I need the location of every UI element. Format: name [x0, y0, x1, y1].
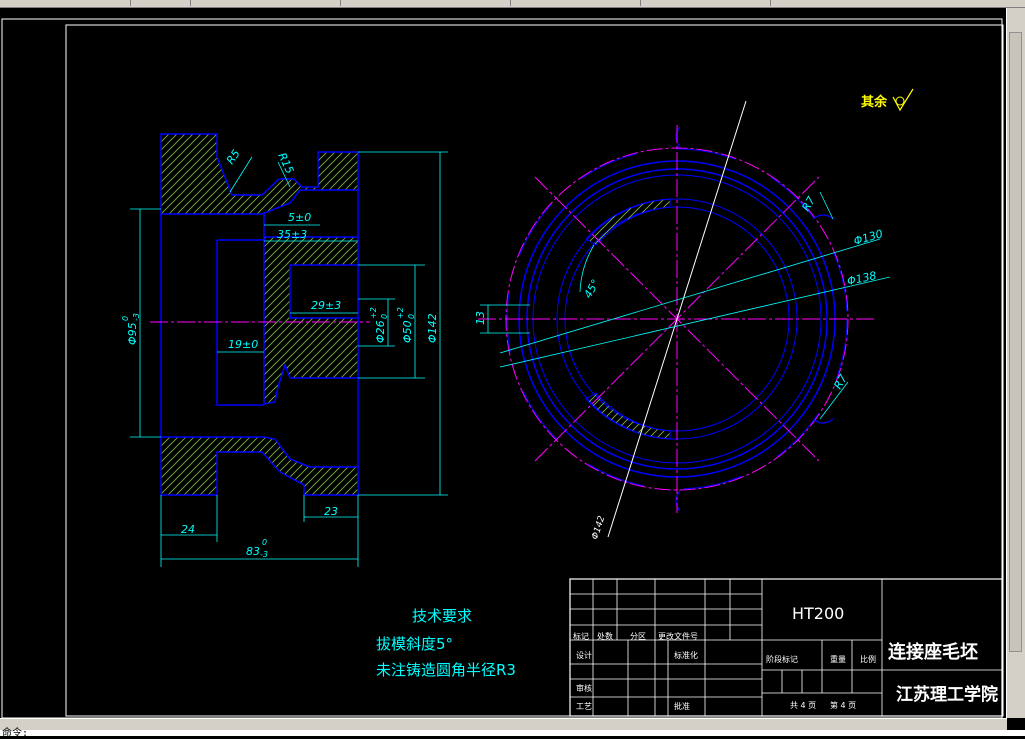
dim-13-label: 13	[474, 311, 487, 325]
dim-phi95-upper-tol: 0	[121, 316, 130, 321]
tb-approve: 批准	[674, 701, 690, 711]
dim-phi95: Φ95	[126, 322, 139, 345]
tech-requirements: 技术要求 拔模斜度5° 未注铸造圆角半径R3	[376, 607, 516, 679]
tb-row-label: 处数	[597, 631, 613, 641]
tb-weight: 重量	[830, 654, 846, 664]
dim-35: 35±3	[277, 228, 307, 241]
dim-83: 83	[246, 545, 260, 558]
dim-phi50: Φ50	[401, 320, 414, 343]
command-prompt: 命令:	[2, 728, 29, 739]
dim-phi26: Φ26	[374, 320, 387, 343]
dim-phi50-upper-tol: +2	[396, 307, 405, 319]
title-block: HT200 连接座毛坯 江苏理工学院 标记 处数 分区 更改文件号 设计 标准化…	[569, 578, 1003, 717]
tb-total-pages: 共 4 页	[790, 701, 816, 710]
dim-29: 29±3	[311, 299, 341, 312]
sheet-border	[1, 18, 1003, 718]
dim-phi26-lower-tol: 0	[380, 314, 389, 319]
roughness-symbol-icon	[892, 88, 914, 112]
vertical-scrollbar[interactable]	[1006, 8, 1025, 718]
roughness-label: 其余	[861, 94, 888, 110]
dim-83-lower-tol: -3	[260, 550, 268, 559]
tb-scale: 比例	[860, 654, 876, 664]
tb-design: 设计	[576, 650, 592, 660]
section-hatch-middle	[263, 236, 359, 405]
dim-phi50-lower-tol: 0	[407, 314, 416, 319]
dim-phi26-upper-tol: +2	[369, 307, 378, 319]
tb-stage: 阶段标记	[766, 654, 798, 664]
tb-process: 工艺	[576, 702, 592, 711]
toolbar-segment[interactable]	[130, 0, 191, 6]
dim-19: 19±0	[228, 338, 258, 351]
circular-view: R7 R7 Φ130 Φ138 Φ142 45° 13	[474, 100, 891, 541]
scrollbar-thumb[interactable]	[1009, 32, 1022, 652]
material-label: HT200	[792, 604, 844, 623]
r7-bottom-label: R7	[831, 372, 850, 391]
tech-req-line2: 未注铸造圆角半径R3	[376, 661, 516, 679]
r7-top-label: R7	[799, 194, 818, 213]
cad-drawing-canvas[interactable]: R5 R15 5±0 35±3 29±3 19±0 24 23 83 0 -3 …	[0, 7, 1007, 718]
part-name: 连接座毛坯	[888, 641, 978, 663]
tb-row-label: 更改文件号	[658, 631, 698, 641]
drawing-frame	[65, 24, 1004, 717]
dim-83-upper-tol: 0	[262, 538, 267, 547]
toolbar-segment[interactable]	[640, 0, 771, 6]
radius-label: R5	[224, 147, 243, 166]
dim-phi95-lower-tol: -3	[132, 313, 141, 321]
tb-standard: 标准化	[674, 650, 698, 660]
toolbar-segment[interactable]	[510, 0, 641, 6]
tb-review: 审核	[576, 683, 592, 693]
tech-req-line1: 拔模斜度5°	[376, 635, 453, 653]
phi130-label: Φ130	[852, 227, 884, 248]
dim-phi142: Φ142	[426, 313, 439, 343]
dim-24: 24	[181, 523, 195, 536]
dim-23: 23	[324, 505, 338, 518]
roughness-note: 其余	[861, 88, 914, 112]
tb-sheet-number: 第 4 页	[830, 700, 856, 710]
command-line[interactable]: 命令:	[0, 728, 1025, 739]
phi138-label: Φ138	[846, 269, 878, 288]
dim-5: 5±0	[288, 211, 311, 224]
tb-row-label: 分区	[630, 632, 646, 641]
section-hatch-bottom	[160, 436, 359, 496]
tech-req-title: 技术要求	[412, 607, 472, 625]
toolbar-segment[interactable]	[190, 0, 341, 6]
toolbar-segment[interactable]	[0, 0, 131, 6]
angle-label: 45°	[581, 277, 602, 300]
section-view: R5 R15 5±0 35±3 29±3 19±0 24 23 83 0 -3 …	[121, 133, 448, 567]
school-name: 江苏理工学院	[896, 684, 998, 705]
toolbar-segment[interactable]	[340, 0, 511, 6]
tb-row-label: 标记	[573, 631, 589, 641]
section-hatch-top	[160, 133, 359, 215]
phi142-label: Φ142	[590, 515, 607, 541]
